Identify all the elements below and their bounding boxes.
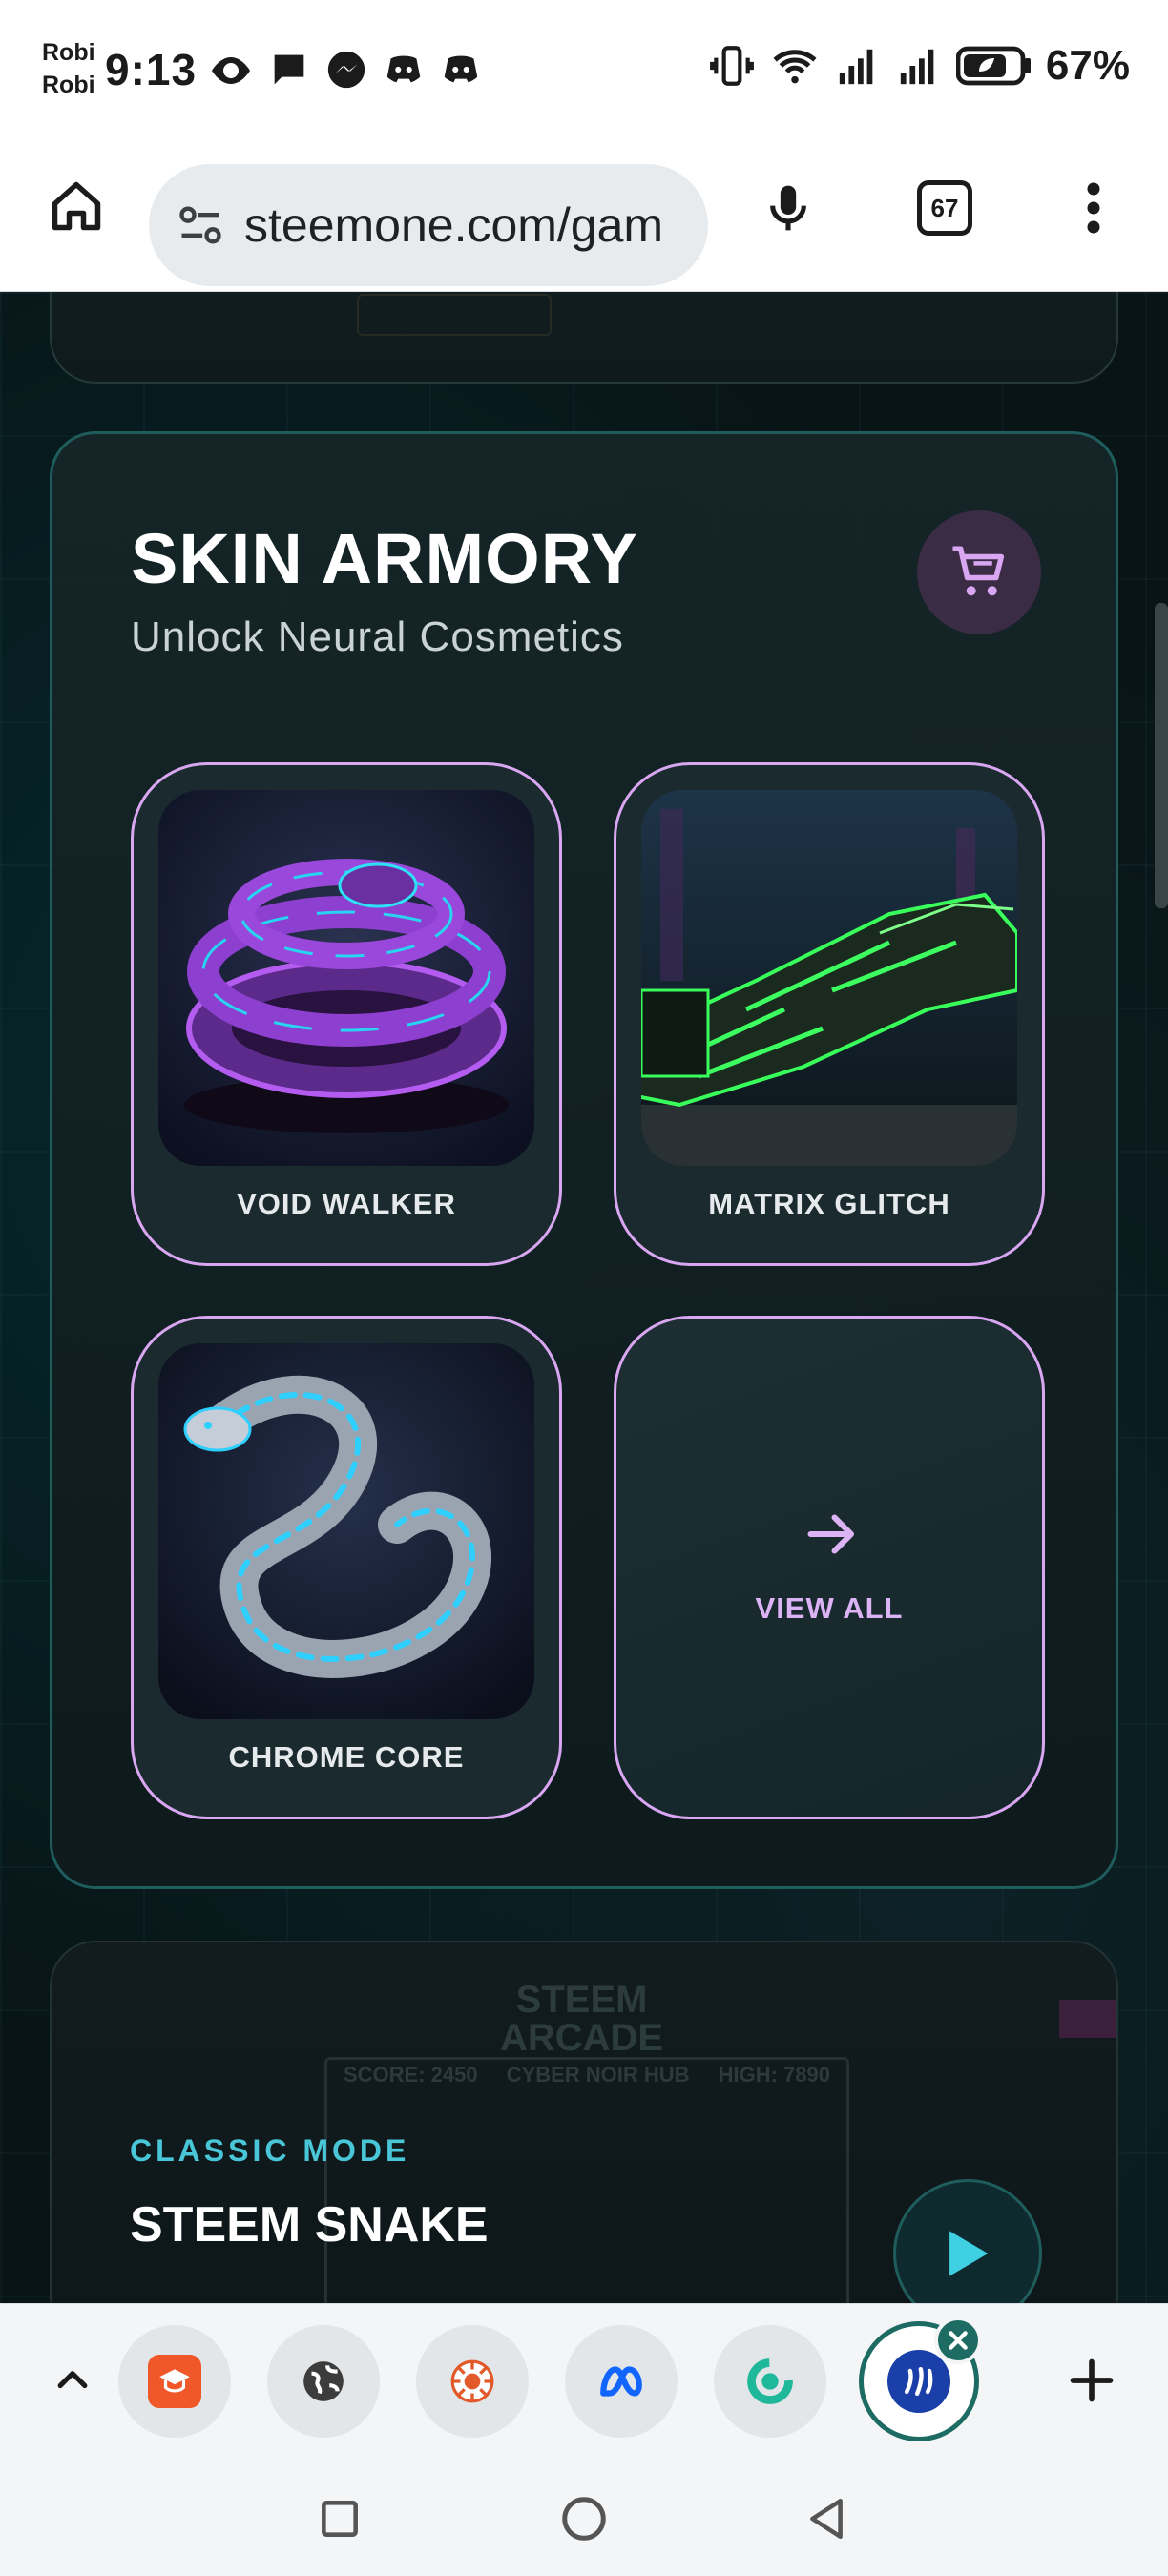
view-all-label: VIEW ALL (755, 1591, 904, 1625)
section-subtitle: Unlock Neural Cosmetics (131, 613, 624, 660)
tab-steem-active[interactable] (859, 2316, 982, 2441)
chat-bubble-icon (274, 54, 304, 85)
carrier-line2: Robi (42, 72, 95, 98)
carrier-names: Robi Robi (42, 36, 95, 101)
tabs-icon: 67 (917, 180, 972, 236)
void-walker-image (158, 790, 534, 1166)
collapse-tab-strip-button[interactable] (38, 2346, 107, 2415)
chatgpt-icon (747, 2358, 793, 2404)
chrome-core-image (158, 1343, 534, 1719)
play-button[interactable] (893, 2179, 1042, 2303)
game-mode-label: CLASSIC MODE (130, 2133, 410, 2168)
steem-icon (887, 2350, 950, 2413)
tab-course-app[interactable] (118, 2325, 231, 2438)
background-hud-score: SCORE: 2450 (344, 2063, 478, 2087)
course-app-icon (148, 2355, 201, 2408)
home-icon (52, 181, 101, 231)
messenger-icon (327, 51, 365, 89)
new-tab-button[interactable] (1057, 2346, 1126, 2415)
site-settings-button[interactable] (174, 198, 227, 252)
more-vert-icon (1087, 182, 1100, 234)
close-tab-button[interactable] (934, 2316, 982, 2364)
arrow-right-icon (807, 1514, 854, 1554)
back-triangle-icon (810, 2498, 843, 2540)
voice-search-button[interactable] (754, 174, 823, 242)
skin-label: CHROME CORE (228, 1740, 465, 1774)
background-game-screen (324, 2057, 849, 2303)
play-icon (949, 2231, 989, 2276)
skin-tile-void-walker[interactable]: VOID WALKER (131, 762, 562, 1266)
more-menu-button[interactable] (1059, 174, 1128, 242)
background-hud-title: CYBER NOIR HUB (506, 2063, 690, 2087)
carrier-line1: Robi (42, 39, 95, 66)
previous-section-card (50, 292, 1118, 384)
meta-icon (600, 2366, 642, 2397)
address-bar[interactable]: steemone.com/gam (149, 164, 708, 286)
skin-armory-card: SKIN ARMORY Unlock Neural Cosmetics VOID… (50, 431, 1118, 1889)
tab-meta[interactable] (565, 2325, 678, 2438)
background-hud: SCORE: 2450 CYBER NOIR HUB HIGH: 7890 (324, 2063, 849, 2088)
tune-icon (179, 206, 221, 244)
matrix-glitch-image (641, 790, 1017, 1166)
home-nav-button[interactable] (550, 2484, 618, 2553)
cart-icon (952, 546, 1005, 596)
cart-button[interactable] (917, 510, 1041, 634)
tab-globe[interactable] (267, 2325, 380, 2438)
signal-icon (839, 49, 873, 85)
background-logo: STEEM ARCADE (500, 1981, 663, 2057)
view-all-button[interactable]: VIEW ALL (614, 1316, 1045, 1819)
plus-icon (1070, 2358, 1114, 2402)
skin-tile-matrix-glitch[interactable]: MATRIX GLITCH (614, 762, 1045, 1266)
close-icon (949, 2331, 968, 2350)
tab-switcher-button[interactable]: 67 (910, 174, 979, 242)
chevron-up-icon (57, 2371, 88, 2389)
home-button[interactable] (42, 172, 111, 240)
clock: 9:13 (105, 45, 198, 94)
globe-icon (303, 2361, 344, 2401)
background-hud-high: HIGH: 7890 (718, 2063, 830, 2087)
eye-icon (212, 57, 250, 84)
battery-percent: 67% (1045, 42, 1130, 89)
signal-icon (900, 49, 934, 85)
tab-strip (0, 2303, 1168, 2456)
browser-toolbar: steemone.com/gam 67 (0, 143, 1168, 292)
radar-icon (450, 2359, 494, 2403)
skin-tile-chrome-core[interactable]: CHROME CORE (131, 1316, 562, 1819)
back-button[interactable] (792, 2484, 861, 2553)
tab-radar[interactable] (416, 2325, 529, 2438)
background-logo-line1: STEEM (515, 1979, 648, 2021)
square-icon (322, 2501, 358, 2537)
system-icons: 67% (708, 42, 1130, 90)
system-navigation-bar (0, 2456, 1168, 2576)
page-scrollbar[interactable] (1155, 603, 1168, 908)
wifi-icon (773, 50, 817, 84)
circle-icon (562, 2497, 606, 2541)
mic-icon (770, 185, 806, 231)
background-logo-line2: ARCADE (500, 2017, 664, 2059)
vibrate-icon (710, 46, 754, 86)
notification-icons (208, 48, 483, 93)
game-title: STEEM SNAKE (130, 2197, 489, 2253)
recent-apps-button[interactable] (305, 2484, 374, 2553)
skin-label: VOID WALKER (237, 1187, 456, 1220)
discord-icon (386, 55, 421, 83)
url-text: steemone.com/gam (244, 198, 664, 252)
game-card-steem-snake[interactable]: STEEM ARCADE SCORE: 2450 CYBER NOIR HUB … (50, 1941, 1118, 2303)
status-bar: Robi Robi 9:13 67% (0, 0, 1168, 143)
background-glow (1059, 2000, 1116, 2038)
battery-saver-icon (955, 46, 1031, 86)
discord-icon (444, 55, 478, 83)
web-content[interactable]: SKIN ARMORY Unlock Neural Cosmetics VOID… (0, 292, 1168, 2303)
section-title: SKIN ARMORY (131, 519, 638, 598)
skin-label: MATRIX GLITCH (708, 1187, 950, 1220)
tab-chatgpt[interactable] (714, 2325, 826, 2438)
